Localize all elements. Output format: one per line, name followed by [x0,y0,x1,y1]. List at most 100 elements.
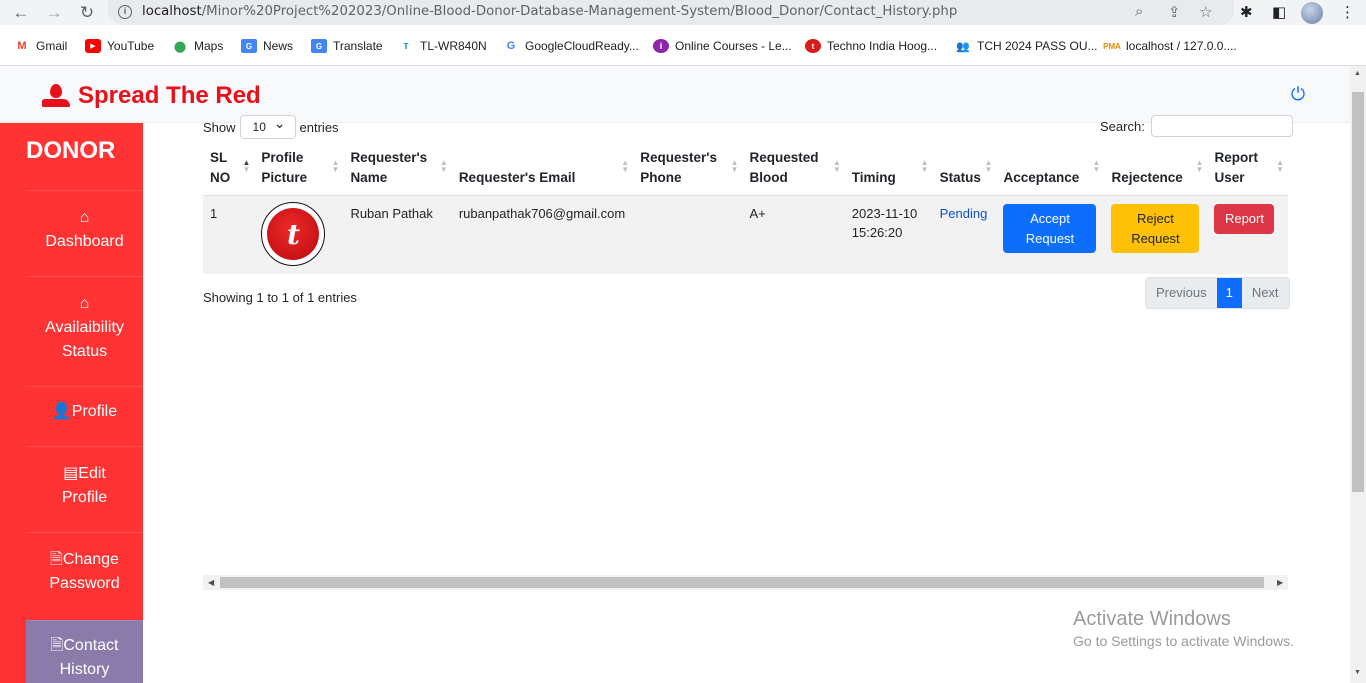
address-bar[interactable]: i localhost/Minor%20Project%202023/Onlin… [108,0,1234,25]
forward-icon[interactable]: → [43,2,65,24]
sort-icon: ▲ ▼ [621,158,630,174]
share-icon[interactable]: ⇪ [1168,3,1181,21]
sort-icon: ▲ ▼ [1092,158,1101,174]
th-status[interactable]: Status ▲ ▼ [932,145,997,196]
bookmark-star-icon[interactable]: ☆ [1199,3,1212,21]
status-badge: Pending [939,206,988,221]
maps-icon: ⬤ [173,40,187,53]
page-1-button[interactable]: 1 [1216,278,1242,308]
scroll-right-icon[interactable]: ▶ [1277,575,1283,590]
brand-text: Spread The Red [78,82,261,109]
reject-request-button[interactable]: Reject Request [1111,204,1200,253]
th-requester-email[interactable]: Requester's Email ▲ ▼ [451,145,634,196]
th-rejectence[interactable]: Rejectence ▲ ▼ [1104,145,1208,196]
sort-icon: ▲ ▼ [439,158,448,174]
pagination: Previous 1 Next [1145,277,1290,309]
bookmark-online-courses[interactable]: i Online Courses - Le... [653,39,792,53]
entries-label: entries [299,119,339,135]
sidebar-item-label: Profile [71,403,118,420]
th-sl-no[interactable]: SL NO ▲ ▼ [203,145,255,196]
logout-power-icon[interactable]: ⏻ [1288,84,1308,104]
sidebar-item-contact-history[interactable]: 🗎Contact History [26,620,143,683]
sidebar-item-label: History [59,661,110,678]
cell-name: Ruban Pathak [343,195,452,274]
brand[interactable]: Spread The Red [42,82,261,110]
blood-hand-icon [42,84,70,108]
cell-report: Report [1207,195,1288,274]
side-panel-icon[interactable]: ◧ [1272,3,1286,21]
bookmark-googlecloudready[interactable]: G GoogleCloudReady... [503,39,639,53]
vertical-scrollbar[interactable]: ▲ ▼ [1350,66,1366,683]
horizontal-scroll-thumb[interactable] [220,577,1264,588]
bookmark-techno-india[interactable]: t Techno India Hoog... [805,39,937,53]
previous-page-button[interactable]: Previous [1146,278,1217,308]
cell-status: Pending [932,195,997,274]
bookmark-translate[interactable]: G Translate [311,39,383,53]
sidebar-item-profile[interactable]: 👤Profile [26,386,143,446]
sort-icon: ▲ ▼ [331,158,340,174]
bookmark-gmail[interactable]: M Gmail [14,39,67,53]
sidebar-item-label: Password [49,575,120,592]
th-requester-name[interactable]: Requester's Name ▲ ▼ [343,145,452,196]
url-text[interactable]: localhost/Minor%20Project%202023/Online-… [142,4,957,19]
sort-icon: ▲ ▼ [984,158,993,174]
sidebar-item-availability-status[interactable]: ⌂ Availaibility Status [26,276,143,386]
sidebar-item-label: Dashboard [45,233,124,250]
sidebar-item-label: Contact [63,637,119,654]
sort-icon: ▲ ▼ [1195,158,1204,174]
report-user-button[interactable]: Report [1214,204,1275,234]
table-header-row: SL NO ▲ ▼ Profile Picture ▲ ▼ Requester's Name ▲… [203,145,1288,196]
bookmark-news[interactable]: G News [241,39,293,53]
bookmark-tl-wr840n[interactable]: ᴛ TL-WR840N [398,39,486,53]
sort-icon: ▲ ▼ [730,158,739,174]
bookmark-youtube[interactable]: ▶ YouTube [85,39,154,53]
back-icon[interactable]: ← [10,2,32,24]
watermark-title: Activate Windows [1073,608,1231,630]
th-requested-blood[interactable]: Requested Blood ▲ ▼ [742,145,845,196]
table-row: 1 t Ruban Pathak rubanpathak706@gmail.co… [203,195,1288,274]
profile-avatar[interactable] [1301,2,1323,24]
bookmark-localhost-pma[interactable]: PMA localhost / 127.0.0.... [1103,39,1237,53]
th-requester-phone[interactable]: Requester's Phone ▲ ▼ [633,145,743,196]
site-info-icon[interactable]: i [118,5,132,19]
zoom-icon[interactable]: ⌕ [1135,3,1143,20]
horizontal-scrollbar[interactable]: ◀ ▶ [203,575,1288,590]
reload-icon[interactable]: ↻ [76,2,98,24]
file-icon: 🗎 [50,551,63,568]
sidebar-item-change-password[interactable]: 🗎Change Password [26,532,143,620]
search-input[interactable] [1150,115,1293,137]
menu-kebab-icon[interactable]: ⋮ [1340,3,1355,21]
next-page-button[interactable]: Next [1241,278,1289,308]
accept-request-button[interactable]: Accept Request [1003,204,1097,253]
th-acceptance[interactable]: Acceptance ▲ ▼ [996,145,1105,196]
sidebar-item-label: Status [61,343,108,360]
table-info: Showing 1 to 1 of 1 entries [203,290,357,305]
th-report-user[interactable]: Report User ▲ ▼ [1207,145,1288,196]
news-icon: G [241,39,257,53]
th-profile-picture[interactable]: Profile Picture ▲ ▼ [254,145,344,196]
home-icon: ⌂ [79,295,90,312]
courses-icon: i [653,39,669,53]
cell-rejectence: Reject Request [1104,195,1208,274]
cell-blood: A+ [742,195,845,274]
profile-picture: t [261,202,326,266]
home-icon: ⌂ [79,209,90,226]
sidebar-item-label: Profile [61,489,108,506]
scroll-left-icon[interactable]: ◀ [208,575,214,590]
vertical-scroll-thumb[interactable] [1352,92,1364,492]
bookmark-maps[interactable]: ⬤ Maps [172,39,224,53]
scroll-up-icon[interactable]: ▲ [1354,70,1361,77]
sort-icon: ▲ ▼ [832,158,841,174]
translate-icon: G [311,39,327,53]
entries-select[interactable]: 10 [239,112,296,139]
youtube-icon: ▶ [85,39,101,53]
scroll-down-icon[interactable]: ▼ [1354,669,1361,676]
sidebar-item-edit-profile[interactable]: ▤Edit Profile [26,446,143,532]
watermark-subtitle: Go to Settings to activate Windows. [1073,633,1294,649]
th-timing[interactable]: Timing ▲ ▼ [844,145,933,196]
sidebar-item-dashboard[interactable]: ⌂ Dashboard [26,190,143,276]
sidebar-item-label: Change [62,551,119,568]
people-icon: 👥 [956,40,970,53]
bookmark-tch-2024[interactable]: 👥 TCH 2024 PASS OU... [955,39,1097,53]
extensions-icon[interactable]: ✱ [1240,3,1253,21]
